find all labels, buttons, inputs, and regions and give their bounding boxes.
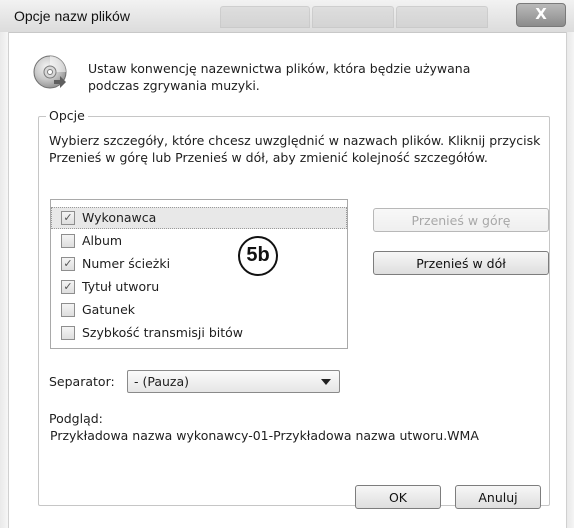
checkbox[interactable]	[61, 303, 75, 317]
close-button[interactable]: X	[516, 3, 566, 27]
separator-label: Separator:	[49, 374, 115, 389]
intro-text: Ustaw konwencję nazewnictwa plików, któr…	[88, 61, 471, 93]
checkbox[interactable]	[61, 234, 75, 248]
annotation-badge: 5b	[238, 236, 278, 276]
window-frame-right	[566, 32, 574, 528]
window-title: Opcje nazw plików	[14, 8, 130, 24]
window-frame-left	[0, 32, 9, 528]
options-description: Wybierz szczegóły, które chcesz uwzględn…	[49, 133, 541, 165]
list-item-label: Wykonawca	[82, 210, 157, 225]
list-item-label: Gatunek	[82, 302, 136, 317]
close-icon: X	[535, 5, 547, 23]
preview-label: Podgląd:	[49, 411, 103, 426]
separator-select[interactable]: - (Pauza)	[127, 370, 340, 393]
ghost-tab	[312, 6, 394, 28]
ghost-tab	[396, 6, 488, 28]
list-item-label: Tytuł utworu	[82, 279, 160, 294]
details-list[interactable]: ✓ Wykonawca Album ✓ Numer ścieżki ✓ Tytu…	[50, 199, 348, 349]
ghost-tab	[220, 6, 310, 28]
options-group-title: Opcje	[46, 108, 88, 123]
move-up-button[interactable]: Przenieś w górę	[373, 208, 549, 232]
title-bar: Opcje nazw plików X	[0, 0, 574, 33]
chevron-down-icon	[321, 379, 331, 385]
list-item[interactable]: Szybkość transmisji bitów	[51, 322, 347, 344]
list-item[interactable]: ✓ Tytuł utworu	[51, 276, 347, 298]
cd-disc-icon	[33, 55, 67, 89]
separator-value: - (Pauza)	[134, 374, 190, 389]
checkbox[interactable]: ✓	[61, 280, 75, 294]
checkbox[interactable]	[61, 326, 75, 340]
list-item[interactable]: ✓ Numer ścieżki	[51, 253, 347, 275]
move-down-button[interactable]: Przenieś w dół	[373, 251, 549, 275]
list-item-label: Szybkość transmisji bitów	[82, 325, 244, 340]
preview-value: Przykładowa nazwa wykonawcy-01-Przykłado…	[50, 428, 479, 443]
ok-button[interactable]: OK	[355, 485, 441, 509]
list-item-label: Numer ścieżki	[82, 256, 171, 271]
list-item[interactable]: Gatunek	[51, 299, 347, 321]
list-item[interactable]: Album	[51, 230, 347, 252]
checkbox[interactable]: ✓	[61, 257, 75, 271]
checkbox[interactable]: ✓	[61, 211, 75, 225]
background-window-tabs	[220, 6, 510, 28]
list-item[interactable]: ✓ Wykonawca	[51, 207, 347, 229]
list-item-label: Album	[82, 233, 123, 248]
cancel-button[interactable]: Anuluj	[455, 485, 541, 509]
